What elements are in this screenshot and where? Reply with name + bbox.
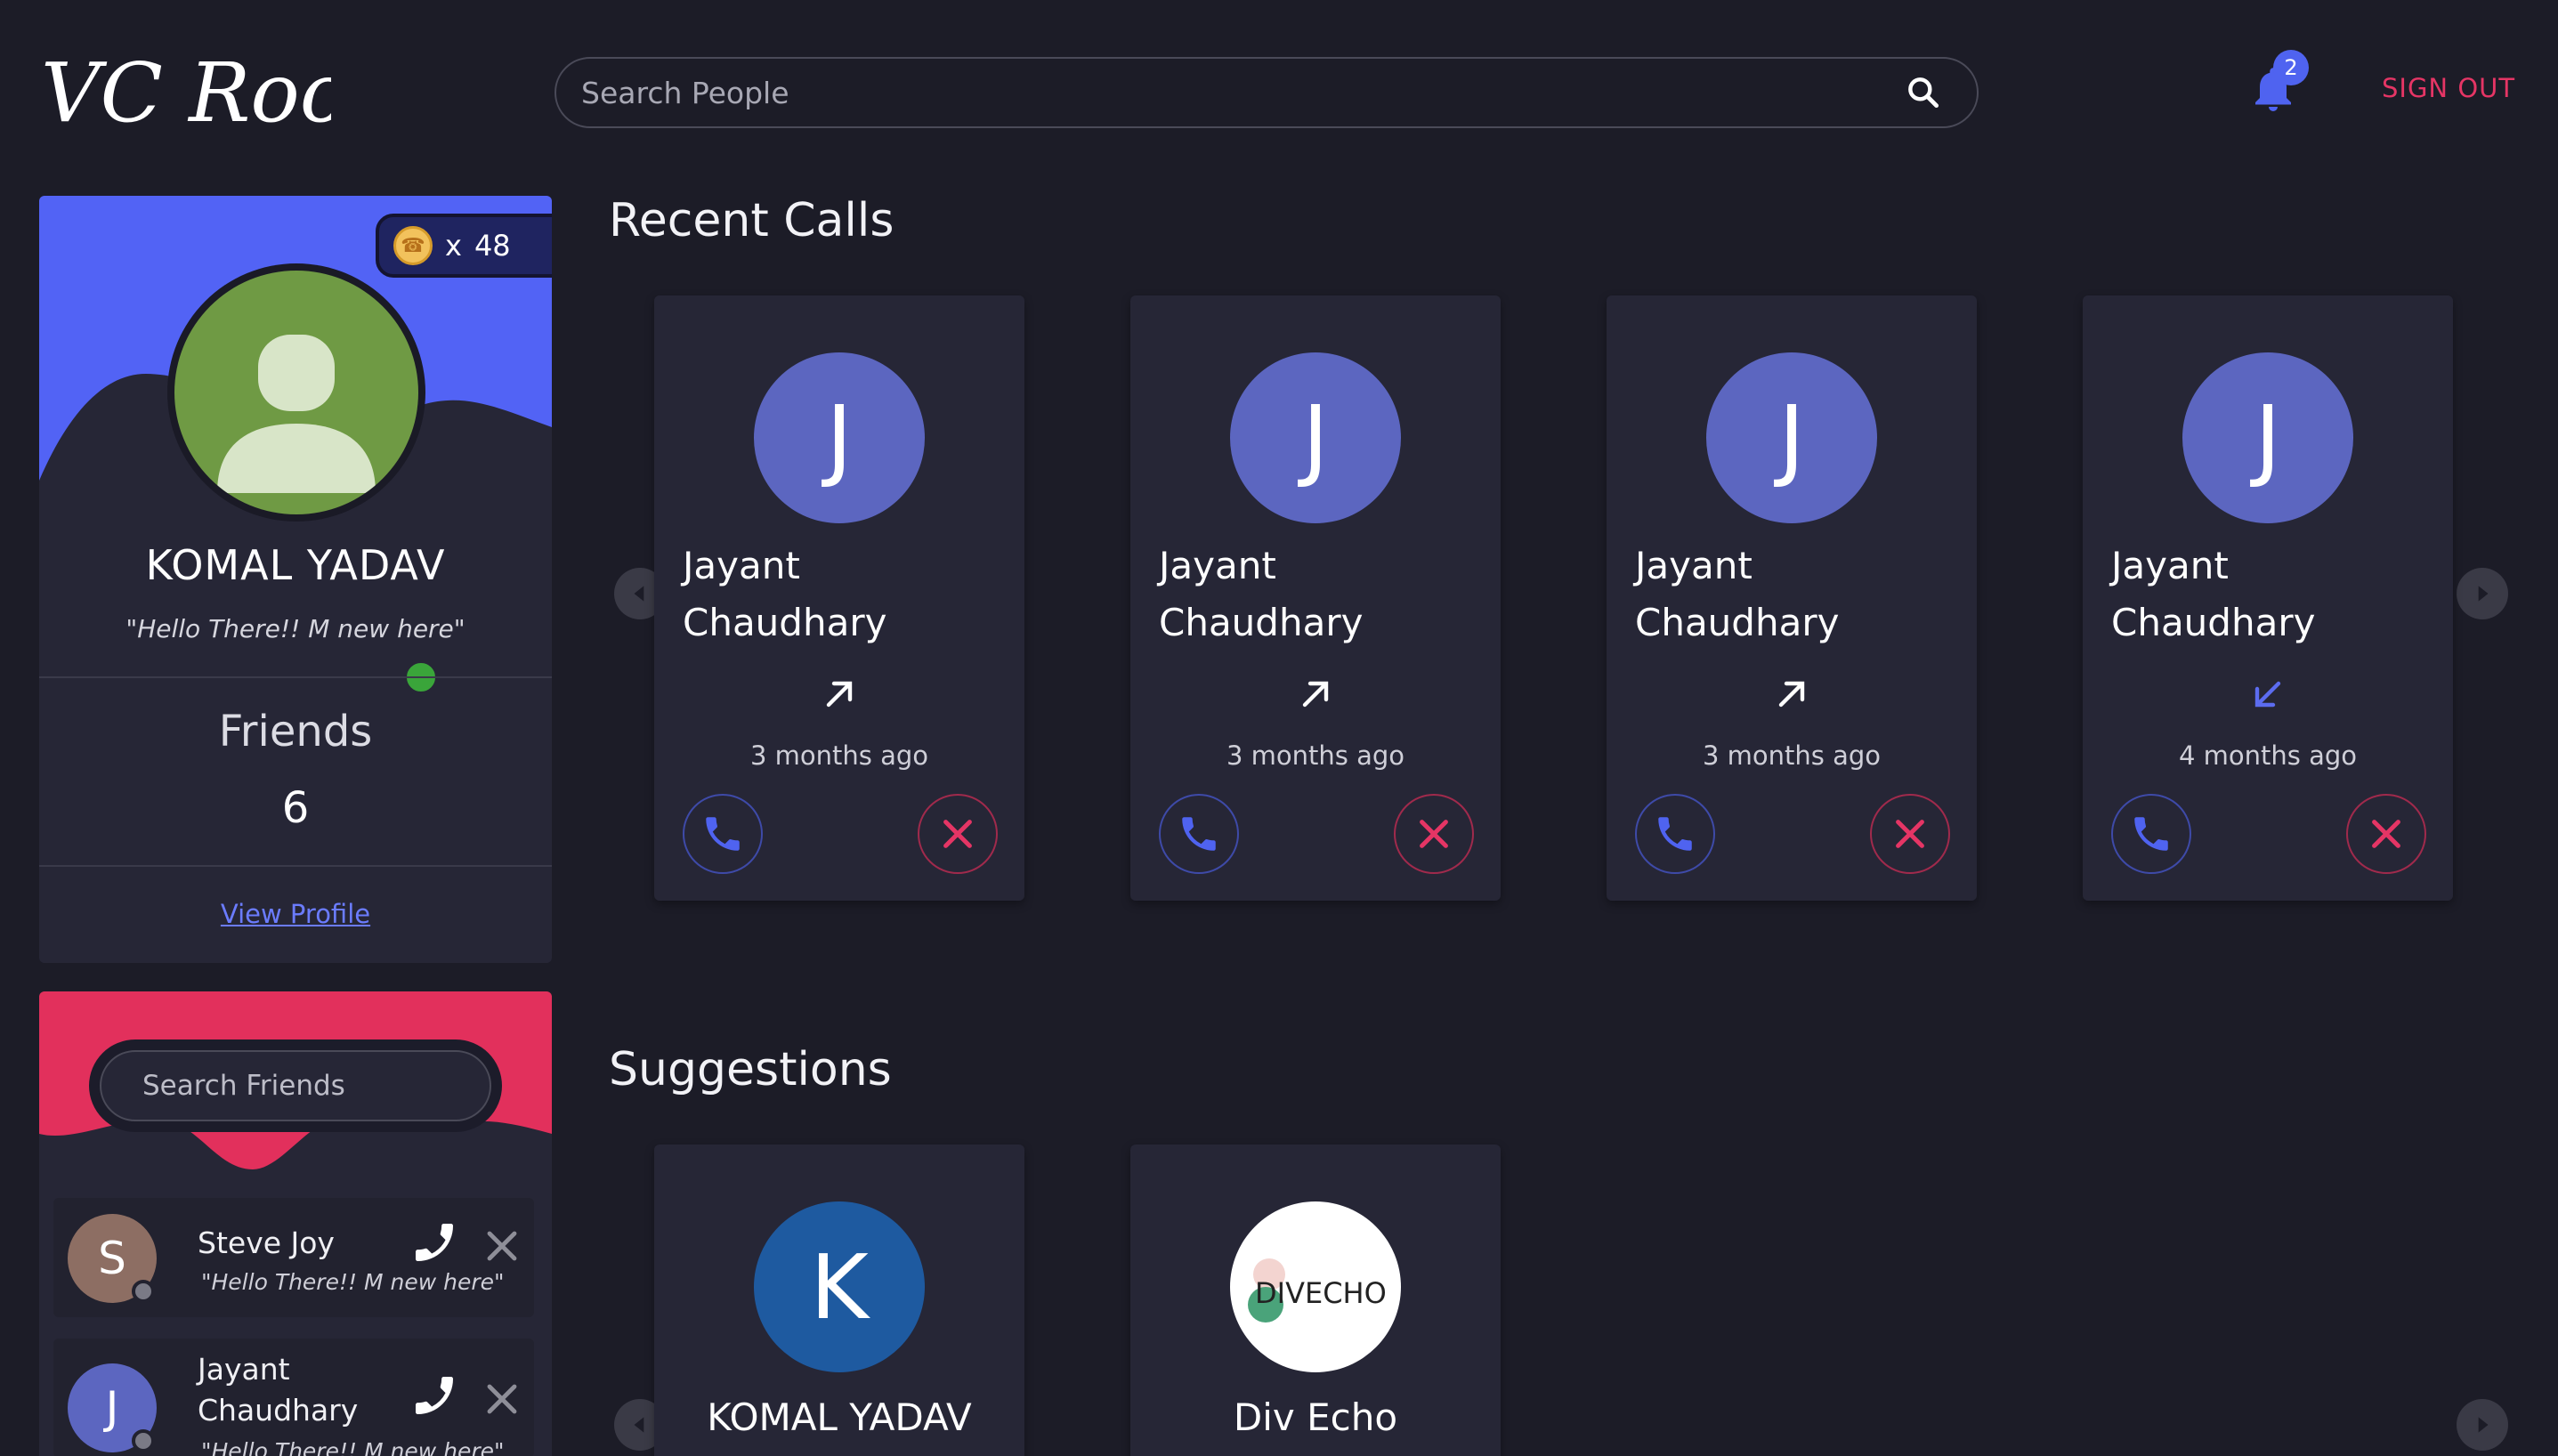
caller-last-name: Chaudhary [1635,601,1840,644]
profile-status-message: "Hello There!! M new here" [125,614,465,643]
phone-icon [706,817,740,851]
suggestion-card[interactable]: DIVECHO Div Echo [1130,1145,1501,1456]
coin-count: 48 [474,229,511,263]
call-friend-icon[interactable] [409,1217,459,1267]
call-back-button[interactable] [2111,794,2191,874]
friend-search-input[interactable] [142,1070,490,1102]
logo-text: VC Room [41,45,331,141]
outgoing-call-arrow-icon [826,681,853,708]
people-search-input[interactable] [581,75,1904,110]
app-logo[interactable]: VC Room [37,36,426,142]
offline-status-indicator [132,1429,155,1452]
offline-status-indicator [132,1280,155,1303]
outgoing-call-arrow-icon [1302,681,1329,708]
close-icon [1420,820,1448,848]
close-icon [943,820,972,848]
coin-phone-icon: ☎ [393,226,433,265]
call-time: 3 months ago [749,740,929,771]
close-icon [2372,820,2400,848]
sign-out-button[interactable]: SIGN OUT [2382,73,2515,103]
divider [39,865,552,867]
friend-status-message: "Hello There!! M new here" [201,1269,505,1295]
dismiss-call-button[interactable] [2346,794,2426,874]
divecho-logo: DIVECHO [1248,1258,1387,1323]
recent-calls-next-arrow[interactable] [2457,568,2508,619]
notification-count-badge: 2 [2273,50,2309,85]
suggestion-card[interactable]: K KOMAL YADAV [654,1145,1024,1456]
caller-name: Jayant Chaudhary [683,538,886,651]
caller-avatar: J [754,352,925,523]
chevron-right-icon [2478,1417,2489,1433]
dismiss-call-button[interactable] [1394,794,1474,874]
coin-multiplier: x [445,229,462,263]
recent-call-card[interactable]: J Jayant Chaudhary 3 months ago [1607,295,1977,901]
close-icon [1896,820,1924,848]
svg-text:DIVECHO: DIVECHO [1255,1276,1387,1310]
caller-avatar: J [1230,352,1401,523]
caller-first-name: Jayant [683,544,800,587]
friend-status-message: "Hello There!! M new here" [201,1438,505,1456]
caller-first-name: Jayant [2111,544,2229,587]
caller-first-name: Jayant [1159,544,1276,587]
suggestion-avatar: DIVECHO [1230,1201,1401,1372]
recent-calls-title: Recent Calls [609,194,894,247]
caller-last-name: Chaudhary [1159,601,1364,644]
suggestion-name: Div Echo [1233,1395,1398,1439]
call-back-button[interactable] [1159,794,1239,874]
friend-search-bar[interactable] [100,1050,491,1121]
suggestions-next-arrow[interactable] [2457,1399,2508,1451]
dismiss-call-button[interactable] [1870,794,1950,874]
call-back-button[interactable] [683,794,763,874]
search-icon[interactable] [1904,73,1943,112]
divider [39,676,552,678]
suggestion-avatar: K [754,1201,925,1372]
friend-name: Steve Joy [198,1225,335,1260]
call-time: 3 months ago [1226,740,1405,771]
caller-last-name: Chaudhary [683,601,887,644]
caller-name: Jayant Chaudhary [1159,538,1363,651]
chevron-left-icon [634,1417,644,1433]
call-friend-icon[interactable] [409,1371,459,1420]
remove-friend-icon[interactable] [481,1225,523,1267]
remove-friend-icon[interactable] [481,1378,523,1420]
friend-name-line1: Jayant [198,1352,290,1387]
call-back-button[interactable] [1635,794,1715,874]
recent-call-card[interactable]: J Jayant Chaudhary 3 months ago [654,295,1024,901]
friend-name-line2: Chaudhary [198,1393,359,1428]
call-time: 4 months ago [2178,740,2358,771]
friends-panel: S Steve Joy "Hello There!! M new here" J… [39,991,552,1456]
caller-first-name: Jayant [1635,544,1753,587]
chevron-right-icon [2478,586,2489,602]
friends-count: 6 [281,783,310,833]
incoming-call-arrow-icon [2254,681,2281,708]
profile-avatar[interactable] [167,263,425,522]
caller-last-name: Chaudhary [2111,601,2316,644]
caller-name: Jayant Chaudhary [2111,538,2315,651]
caller-avatar: J [1706,352,1877,523]
phone-icon [2134,817,2168,851]
friend-list-item[interactable]: S Steve Joy "Hello There!! M new here" [53,1198,534,1317]
suggestion-name: KOMAL YADAV [707,1395,972,1439]
people-search-bar[interactable] [555,57,1979,128]
recent-call-card[interactable]: J Jayant Chaudhary 3 months ago [1130,295,1501,901]
friends-label: Friends [218,707,373,756]
default-user-icon [217,335,376,493]
friend-name: Jayant Chaudhary [198,1349,358,1431]
profile-card: ☎ x 48 KOMAL YADAV "Hello There!! M new … [39,196,552,963]
chevron-left-icon [634,586,644,602]
phone-icon [1182,817,1216,851]
suggestions-title: Suggestions [609,1043,892,1096]
recent-call-card[interactable]: J Jayant Chaudhary 4 months ago [2083,295,2453,901]
outgoing-call-arrow-icon [1778,681,1805,708]
dismiss-call-button[interactable] [918,794,998,874]
caller-avatar: J [2182,352,2353,523]
phone-icon [1658,817,1692,851]
profile-name: KOMAL YADAV [145,541,446,589]
coin-balance-badge: ☎ x 48 [376,214,552,278]
caller-name: Jayant Chaudhary [1635,538,1839,651]
friend-list-item[interactable]: J Jayant Chaudhary "Hello There!! M new … [53,1339,534,1456]
call-time: 3 months ago [1702,740,1882,771]
view-profile-link[interactable]: View Profile [39,899,552,929]
